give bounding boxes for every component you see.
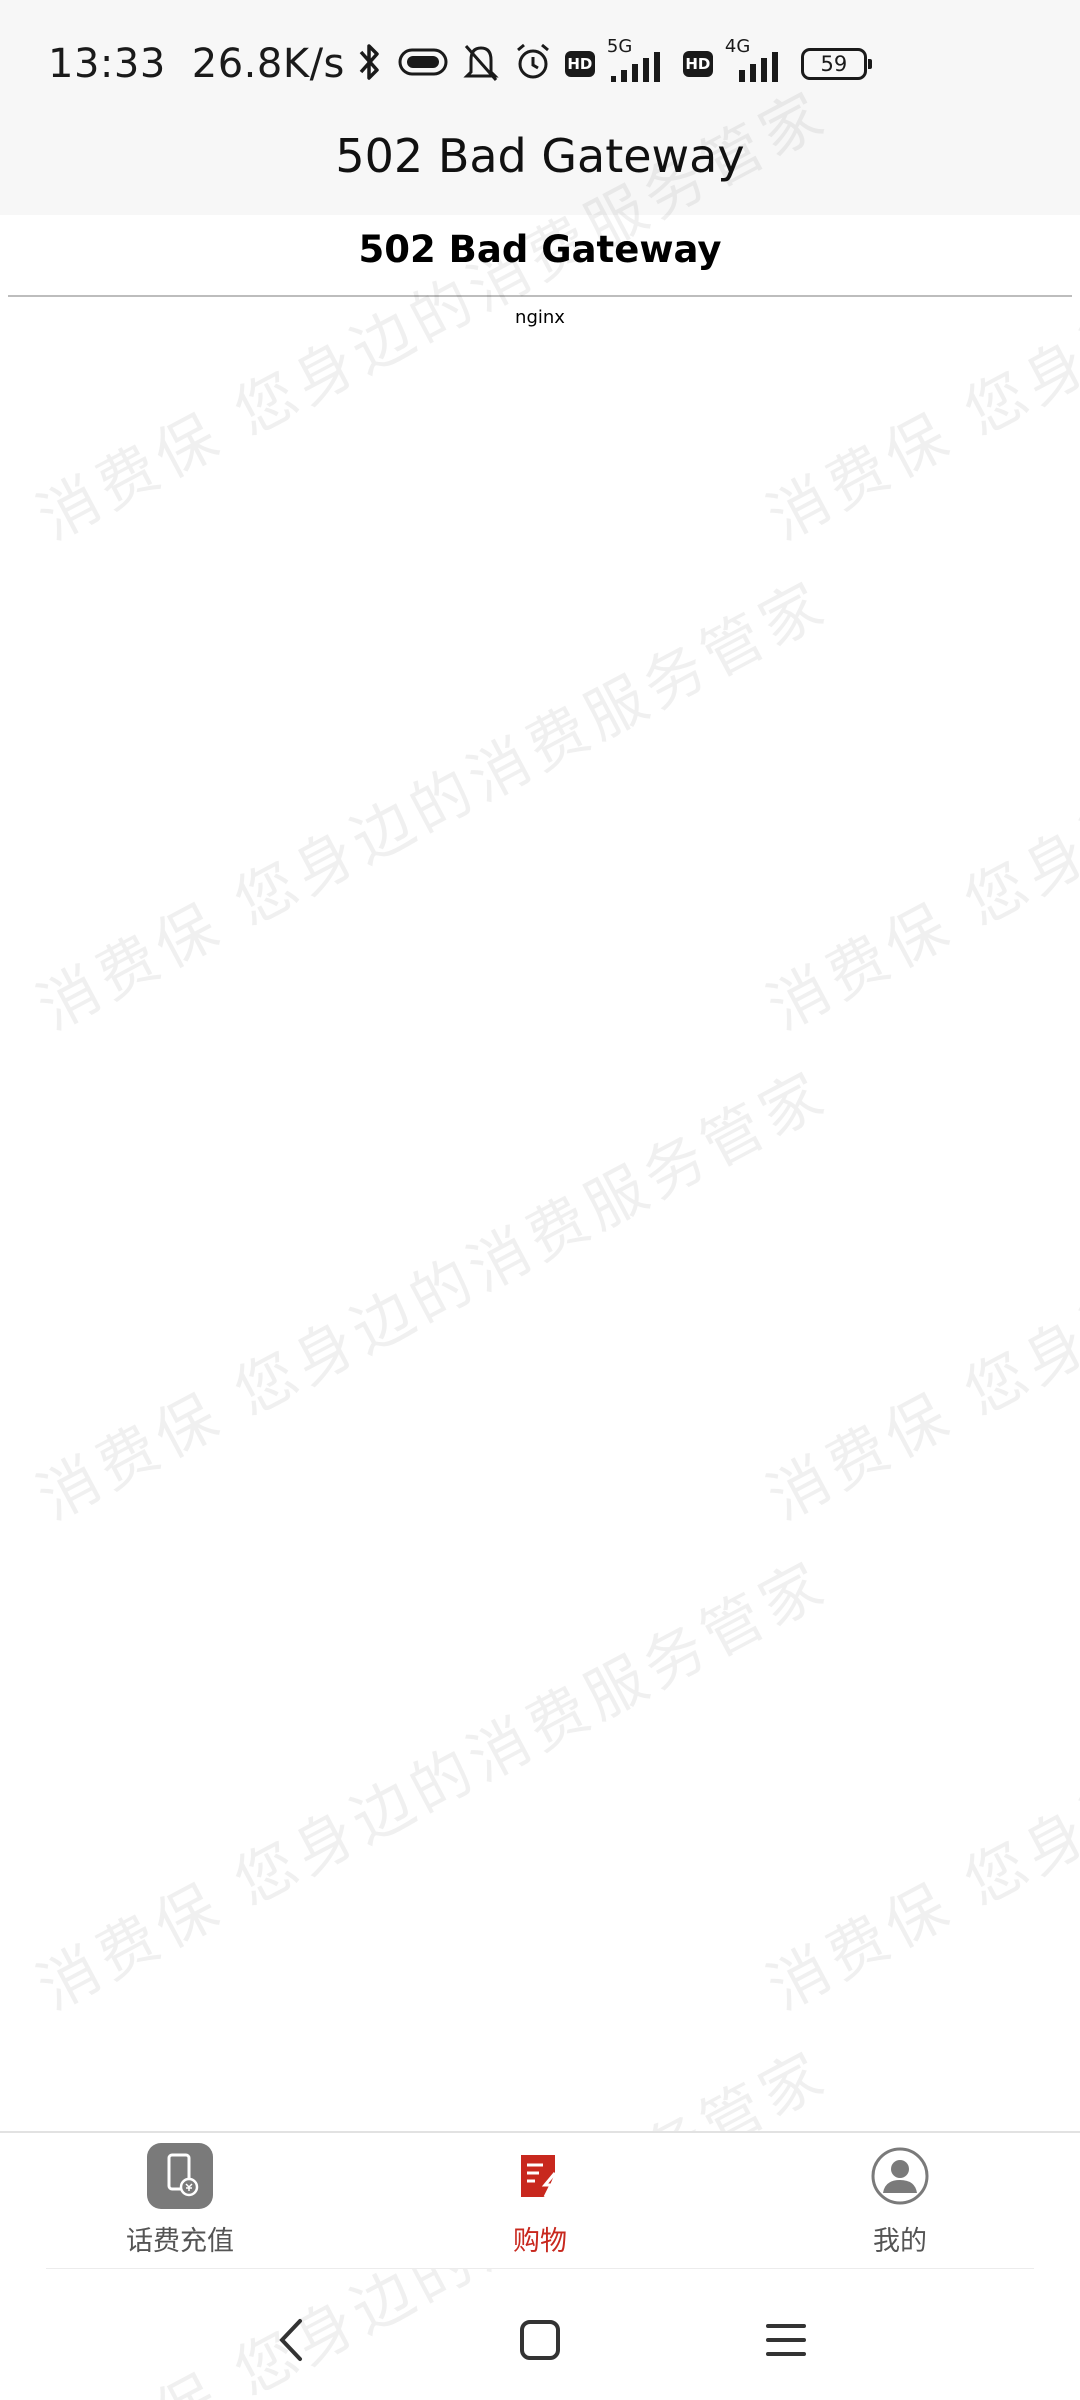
watermark-text: 消费保 您身边的消费服务管家 [26,1057,840,1535]
watermark-text: 消费保 您身边的消费服务管家 [756,1057,1080,1535]
error-heading: 502 Bad Gateway [358,228,722,271]
status-time: 13:33 [48,41,166,87]
back-button[interactable] [262,2310,322,2370]
network-speed: 26.8K/s [191,41,345,87]
tab-shopping[interactable]: 购物 [440,2143,640,2258]
bottom-tab-bar: 话费充值 购物 我的 [0,2131,1080,2268]
watermark-text: 消费保 您身边的消费服务管家 [756,1547,1080,2025]
hd-badge-icon: HD [564,51,595,77]
tab-label: 我的 [873,2226,927,2257]
page-title: 502 Bad Gateway [335,129,745,183]
square-icon [520,2320,560,2360]
watermark-text: 消费保 您身边的消费服务管家 [26,567,840,1045]
tab-profile[interactable]: 我的 [800,2143,1000,2258]
tab-label: 话费充值 [126,2226,234,2257]
battery-level: 59 [820,52,848,76]
menu-icon [766,2324,806,2356]
battery-icon: 59 [800,48,872,80]
divider [46,2268,1034,2269]
hd-badge-icon: HD [682,51,713,77]
chevron-left-icon [279,2319,302,2361]
bluetooth-icon [353,40,385,88]
signal-4g-label: 4G [724,36,751,57]
mute-bell-icon [461,40,501,88]
phone-recharge-icon [147,2143,213,2209]
status-icons: HD 5G HD 4G 59 [353,36,879,88]
watermark-text: 消费保 您身边的消费服务管家 [26,1547,840,2025]
tab-recharge[interactable]: 话费充值 [80,2143,280,2258]
signal-5g-label: 5G [606,36,633,57]
watermark: 消费保 您身边的消费服务管家 消费保 您身边的消费服务管家 消费保 您身边的消费… [0,0,1080,2400]
recents-button[interactable] [756,2310,816,2370]
shopping-icon [507,2143,573,2209]
divider [8,295,1072,297]
signal-5g-icon: 5G [607,36,671,86]
profile-icon [867,2143,933,2209]
vibrate-icon [397,44,449,84]
tab-label: 购物 [513,2226,567,2257]
system-nav-bar [0,2280,1080,2400]
home-button[interactable] [510,2310,570,2370]
signal-4g-icon: 4G [725,36,789,86]
server-name: nginx [515,307,565,328]
web-content: 502 Bad Gateway nginx [0,215,1080,328]
watermark-text: 消费保 您身边的消费服务管家 [756,567,1080,1045]
status-bar: 13:33 26.8K/s HD 5G HD 4G 59 [0,0,1080,128]
alarm-icon [513,40,553,88]
